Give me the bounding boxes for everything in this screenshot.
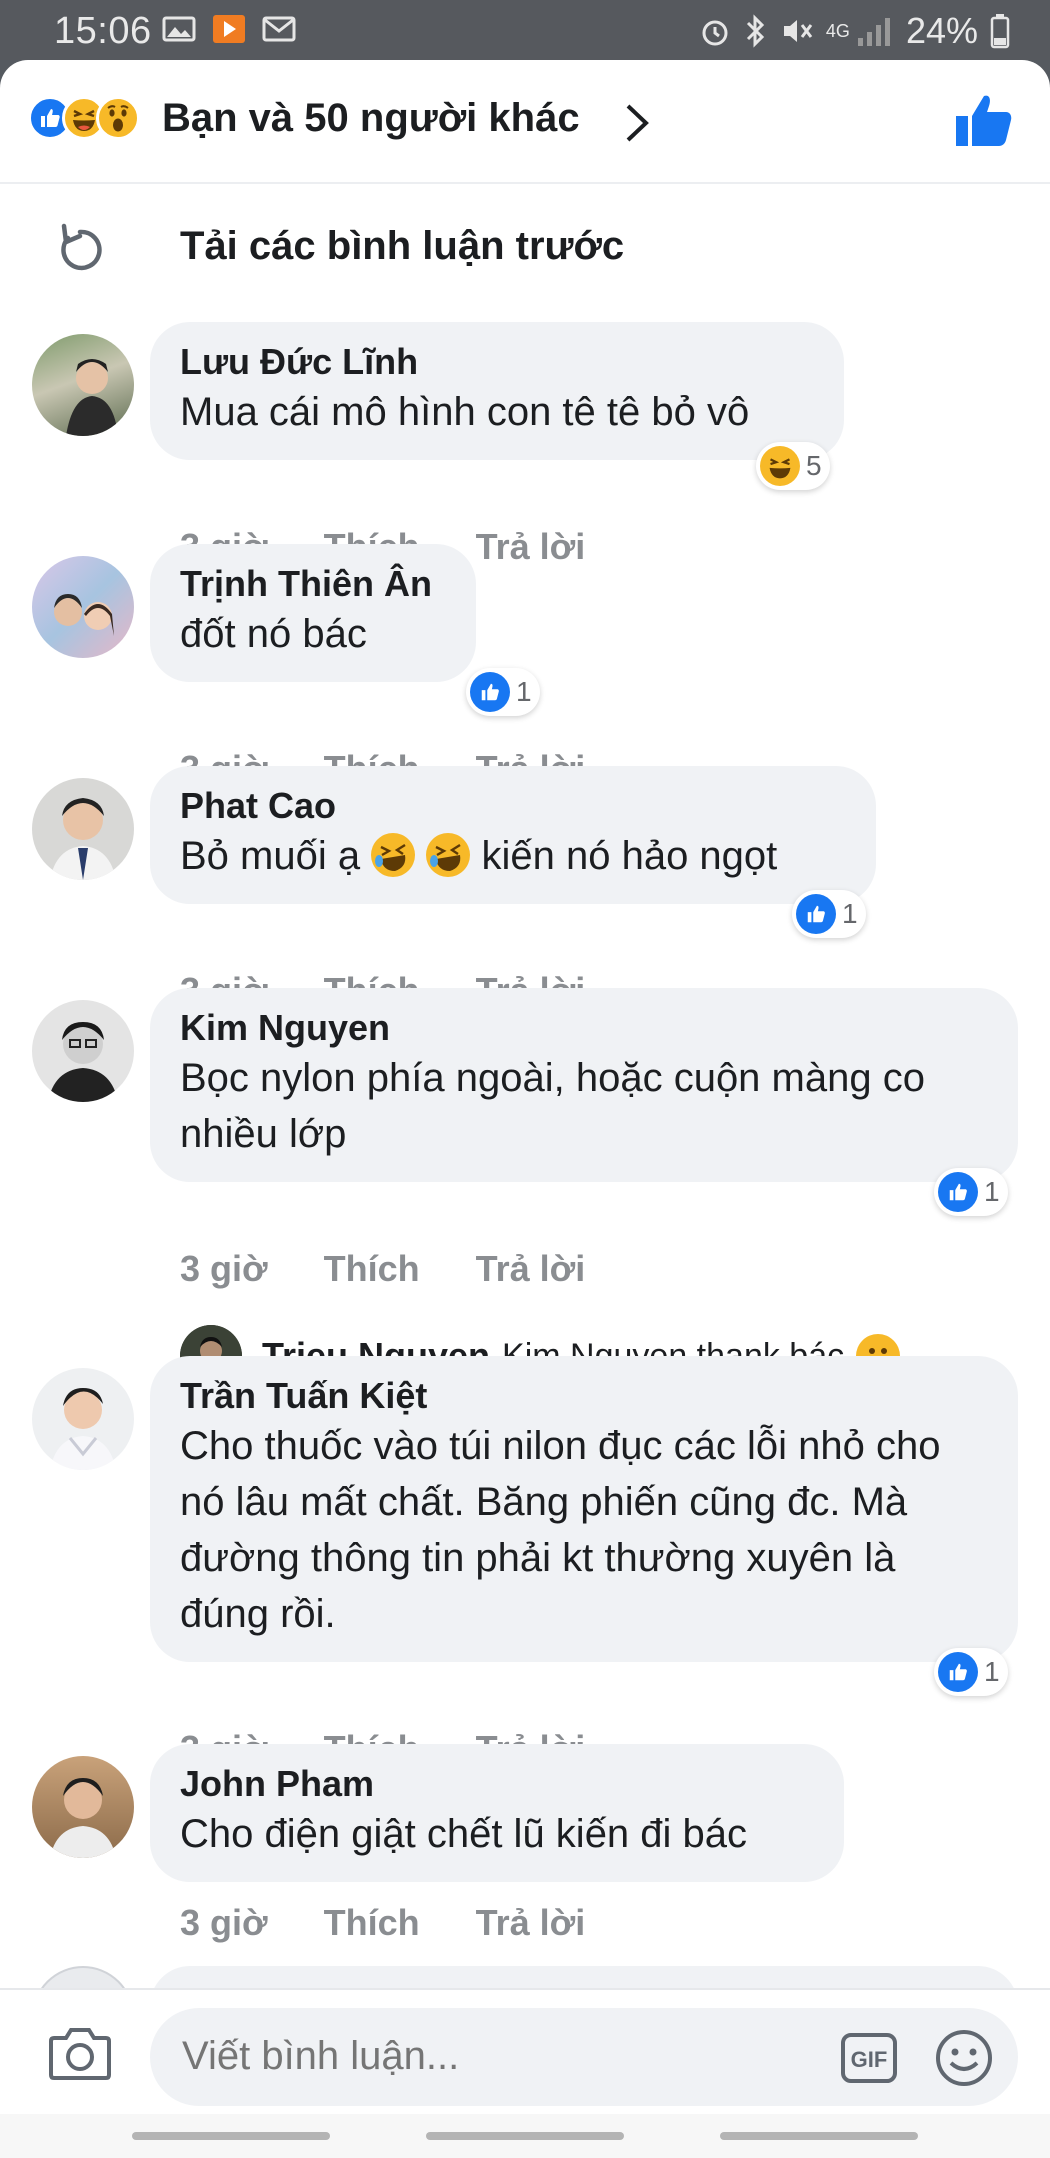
battery-percent: 24% bbox=[905, 10, 978, 51]
reaction-badge[interactable]: 1 bbox=[934, 1648, 1008, 1696]
comment-input[interactable] bbox=[182, 2034, 782, 2079]
reaction-badge[interactable]: 5 bbox=[756, 442, 830, 490]
reaction-badge[interactable]: 1 bbox=[792, 890, 866, 938]
comment-author[interactable]: Lưu Đức Lĩnh bbox=[180, 340, 814, 384]
comment-text: Cho thuốc vào túi nilon đục các lỗi nhỏ … bbox=[180, 1424, 941, 1636]
system-nav-bar bbox=[0, 2114, 1050, 2158]
avatar[interactable] bbox=[32, 1000, 134, 1102]
comment-bubble[interactable]: Lưu Đức Lĩnh Mua cái mô hình con tê tê b… bbox=[150, 322, 844, 460]
like-reaction-icon bbox=[938, 1652, 978, 1692]
comment-time: 3 giờ bbox=[180, 1902, 268, 1943]
haha-reaction-icon bbox=[760, 446, 800, 486]
reply-link[interactable]: Trả lời bbox=[476, 1902, 586, 1944]
reply-link[interactable]: Trả lời bbox=[476, 526, 586, 568]
network-type: 4G bbox=[825, 21, 850, 41]
avatar[interactable] bbox=[32, 778, 134, 880]
reaction-badge[interactable]: 1 bbox=[934, 1168, 1008, 1216]
alarm-icon bbox=[702, 20, 728, 46]
gif-label: GIF bbox=[851, 2047, 888, 2072]
gif-icon[interactable]: GIF bbox=[840, 2032, 898, 2084]
refresh-icon bbox=[61, 223, 102, 271]
comment-author[interactable]: Trần Tuấn Kiệt bbox=[180, 1374, 988, 1418]
gmail-icon bbox=[262, 16, 296, 42]
play-icon bbox=[213, 15, 245, 43]
reaction-badge[interactable]: 1 bbox=[466, 668, 540, 716]
comment-input-field[interactable]: GIF bbox=[150, 2008, 1018, 2106]
status-right: 4G 24% bbox=[698, 10, 1010, 52]
comment-author[interactable]: Phat Cao bbox=[180, 784, 846, 828]
gallery-icon bbox=[162, 16, 196, 42]
avatar[interactable] bbox=[32, 1368, 134, 1470]
comment-bubble[interactable]: Kim Nguyen Bọc nylon phía ngoài, hoặc cu… bbox=[150, 988, 1018, 1182]
reaction-count: 1 bbox=[984, 1176, 1000, 1207]
avatar[interactable] bbox=[32, 1756, 134, 1858]
like-reaction-icon bbox=[938, 1172, 978, 1212]
bluetooth-icon bbox=[746, 14, 765, 48]
comment-text-part: kiến nó hảo ngọt bbox=[481, 834, 778, 878]
wow-reaction-icon bbox=[96, 96, 140, 140]
like-post-button[interactable] bbox=[954, 92, 1014, 148]
comment-text: Bọc nylon phía ngoài, hoặc cuộn màng co … bbox=[180, 1056, 925, 1156]
nav-home-button[interactable] bbox=[426, 2132, 624, 2140]
avatar[interactable] bbox=[32, 556, 134, 658]
status-time: 15:06 bbox=[54, 10, 152, 52]
reaction-count: 1 bbox=[516, 676, 532, 707]
chevron-right-icon[interactable] bbox=[620, 102, 654, 144]
reaction-summary bbox=[28, 96, 140, 140]
comment-text: đốt nó bác bbox=[180, 612, 367, 656]
rofl-emoji-icon bbox=[371, 833, 416, 877]
status-bar: 15:06 4G 24% bbox=[0, 0, 1050, 60]
comment-bubble[interactable]: Phat Cao Bỏ muối ạ kiến nó hảo ngọt bbox=[150, 766, 876, 904]
comment-text: Mua cái mô hình con tê tê bỏ vô bbox=[180, 390, 750, 434]
comment-author[interactable]: Kim Nguyen bbox=[180, 1006, 988, 1050]
reaction-summary-text[interactable]: Bạn và 50 người khác bbox=[162, 96, 580, 141]
battery-icon bbox=[990, 14, 1010, 49]
comment-text: Bỏ muối ạ kiến nó hảo ngọt bbox=[180, 828, 846, 884]
reaction-count: 1 bbox=[984, 1656, 1000, 1687]
comment-bubble[interactable]: Trịnh Thiên Ân đốt nó bác bbox=[150, 544, 476, 682]
comment-bubble[interactable]: Trần Tuấn Kiệt Cho thuốc vào túi nilon đ… bbox=[150, 1356, 1018, 1662]
comment-actions: 3 giờ Thích Trả lời bbox=[180, 1902, 641, 1944]
comment-bubble[interactable]: John Pham Cho điện giật chết lũ kiến đi … bbox=[150, 1744, 844, 1882]
rofl-emoji-icon bbox=[426, 833, 471, 877]
comment-actions: 3 giờ Thích Trả lời bbox=[180, 1248, 641, 1290]
mute-icon bbox=[783, 20, 813, 42]
reaction-count: 1 bbox=[842, 898, 858, 929]
like-reaction-icon bbox=[470, 672, 510, 712]
comment-author[interactable]: John Pham bbox=[180, 1762, 814, 1806]
signal-icon bbox=[857, 18, 890, 46]
like-link[interactable]: Thích bbox=[324, 1248, 420, 1290]
like-reaction-icon bbox=[796, 894, 836, 934]
camera-icon[interactable] bbox=[48, 2024, 112, 2082]
comment-composer: GIF bbox=[0, 1988, 1050, 2114]
load-previous-comments[interactable]: Tải các bình luận trước bbox=[0, 210, 1050, 290]
comments-sheet: Bạn và 50 người khác Tải các bình luận t… bbox=[0, 60, 1050, 2158]
reaction-count: 5 bbox=[806, 450, 822, 481]
nav-recent-button[interactable] bbox=[132, 2132, 330, 2140]
nav-back-button[interactable] bbox=[720, 2132, 918, 2140]
emoji-picker-icon[interactable] bbox=[934, 2028, 994, 2088]
avatar[interactable] bbox=[32, 334, 134, 436]
reactions-header[interactable]: Bạn và 50 người khác bbox=[0, 60, 1050, 184]
comment-text: Cho điện giật chết lũ kiến đi bác bbox=[180, 1812, 748, 1856]
load-previous-label[interactable]: Tải các bình luận trước bbox=[180, 224, 624, 269]
comment-text-part: Bỏ muối ạ bbox=[180, 834, 361, 878]
reply-link[interactable]: Trả lời bbox=[476, 1248, 586, 1290]
comment-author[interactable]: Trịnh Thiên Ân bbox=[180, 562, 446, 606]
like-link[interactable]: Thích bbox=[324, 1902, 420, 1944]
comment-time: 3 giờ bbox=[180, 1248, 268, 1289]
